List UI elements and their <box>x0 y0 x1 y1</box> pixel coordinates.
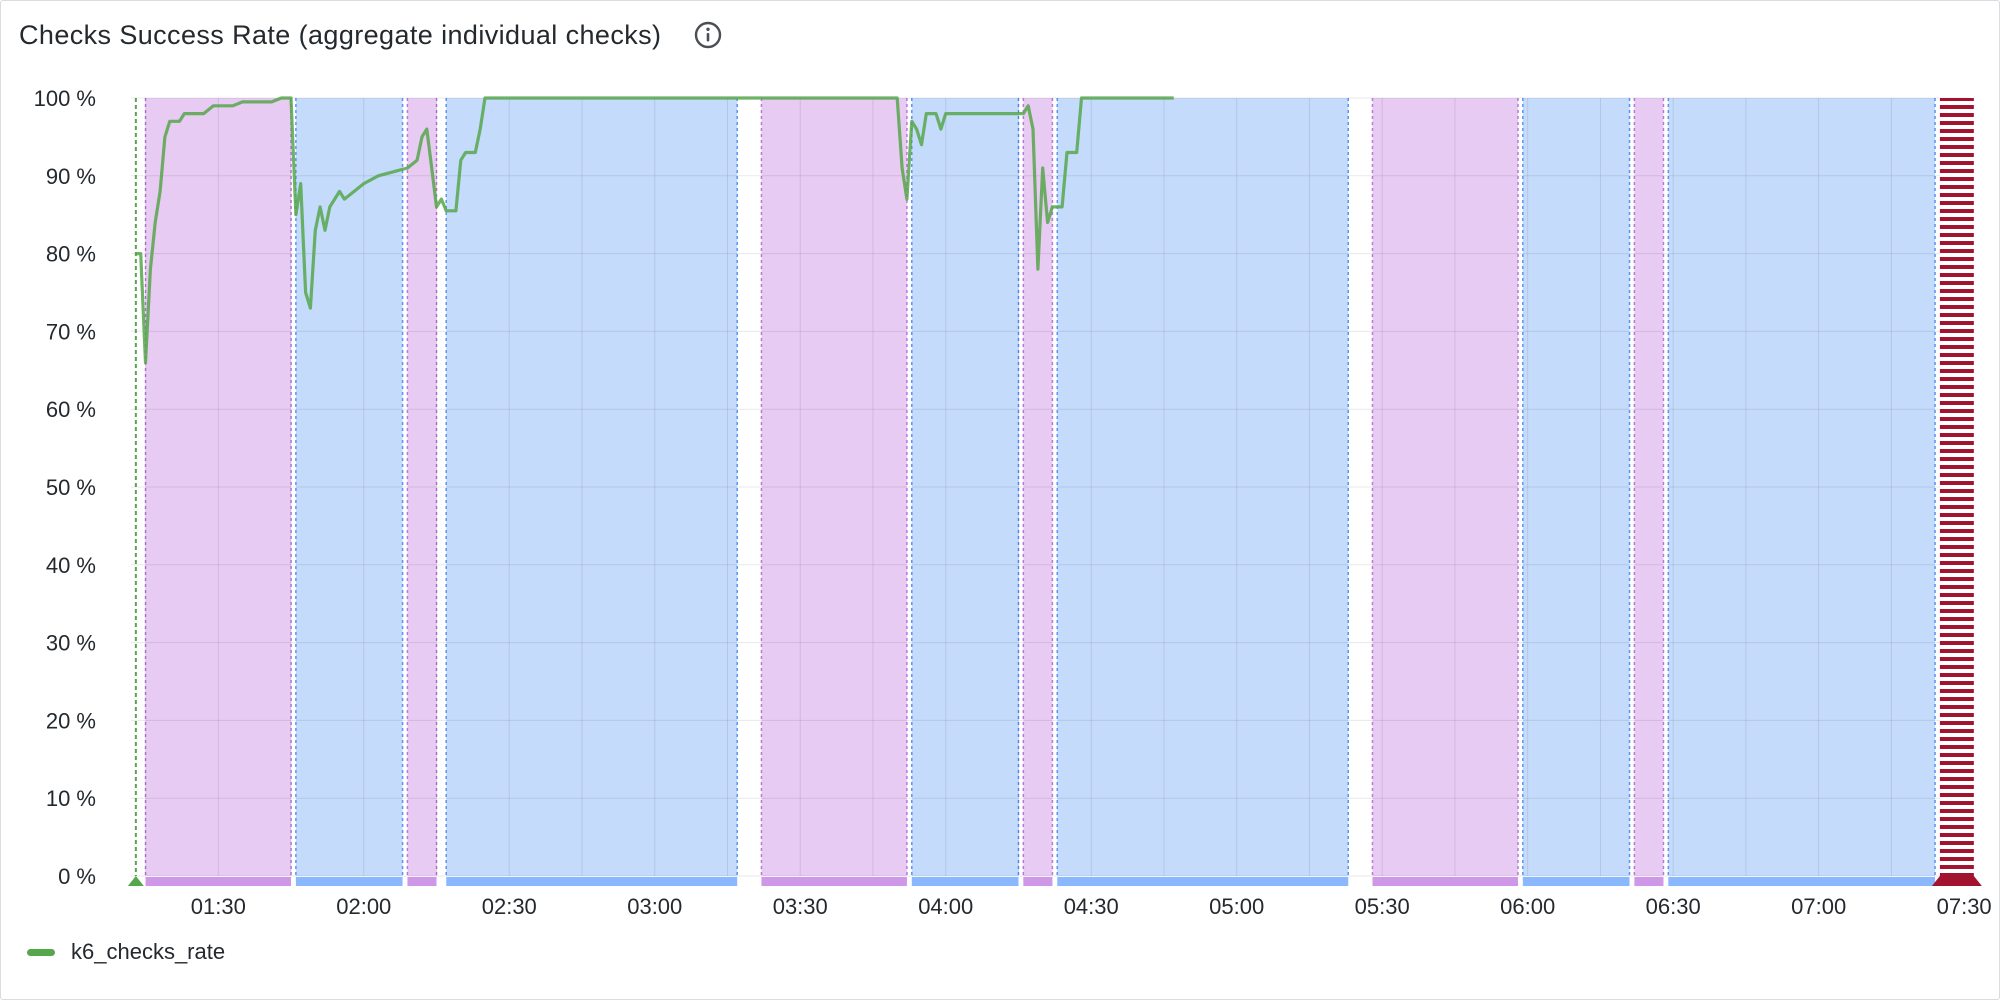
x-tick-label: 03:00 <box>627 894 682 919</box>
chart-plot: 0 % 10 % 20 % 30 % 40 % 50 % 60 % 70 % 80 % 90 % 1… <box>34 86 1992 919</box>
x-tick-label: 02:00 <box>336 894 391 919</box>
annotation-region-bar <box>1023 877 1053 886</box>
y-tick-label: 0 % <box>58 864 96 889</box>
annotation-region-bar <box>1522 877 1630 886</box>
annotation-region-bar <box>761 877 907 886</box>
x-tick-label: 05:00 <box>1209 894 1264 919</box>
y-tick-label: 100 % <box>34 86 96 111</box>
x-tick-label: 04:30 <box>1064 894 1119 919</box>
y-tick-label: 30 % <box>46 631 96 656</box>
legend-label-k6-checks-rate[interactable]: k6_checks_rate <box>71 939 225 965</box>
annotation-region-bar <box>1057 877 1349 886</box>
x-tick-label: 06:30 <box>1646 894 1701 919</box>
y-tick-label: 80 % <box>46 242 96 267</box>
y-tick-label: 50 % <box>46 475 96 500</box>
end-marker-region <box>1939 98 1974 876</box>
y-tick-label: 40 % <box>46 553 96 578</box>
end-marker-bar <box>1931 876 1982 886</box>
annotation-region-bar <box>446 877 738 886</box>
y-axis: 0 % 10 % 20 % 30 % 40 % 50 % 60 % 70 % 80 % 90 % 1… <box>34 86 96 889</box>
annotation-region-bar <box>1372 877 1518 886</box>
x-tick-label: 05:30 <box>1355 894 1410 919</box>
x-tick-label: 02:30 <box>482 894 537 919</box>
chart-panel: Checks Success Rate (aggregate individua… <box>0 0 2000 1000</box>
annotation-region-bar <box>407 877 437 886</box>
legend[interactable]: k6_checks_rate <box>27 939 225 965</box>
x-axis: 01:30 02:00 02:30 03:00 03:30 04:00 04:30 05:00… <box>191 894 1992 919</box>
y-tick-label: 60 % <box>46 397 96 422</box>
annotation-region-bar <box>295 877 403 886</box>
x-tick-label: 03:30 <box>773 894 828 919</box>
annotation-region-bar <box>1668 877 1936 886</box>
start-marker-triangle <box>127 876 144 886</box>
x-tick-label: 07:00 <box>1791 894 1846 919</box>
annotation-region-bar <box>145 877 292 886</box>
x-tick-label: 06:00 <box>1500 894 1555 919</box>
y-tick-label: 10 % <box>46 786 96 811</box>
y-tick-label: 70 % <box>46 319 96 344</box>
y-tick-label: 20 % <box>46 708 96 733</box>
legend-swatch <box>27 948 55 956</box>
y-tick-label: 90 % <box>46 164 96 189</box>
annotation-region-bar <box>911 877 1019 886</box>
x-tick-label: 01:30 <box>191 894 246 919</box>
x-tick-label: 04:00 <box>918 894 973 919</box>
x-tick-label: 07:30 <box>1937 894 1992 919</box>
annotation-region-bar <box>1634 877 1664 886</box>
